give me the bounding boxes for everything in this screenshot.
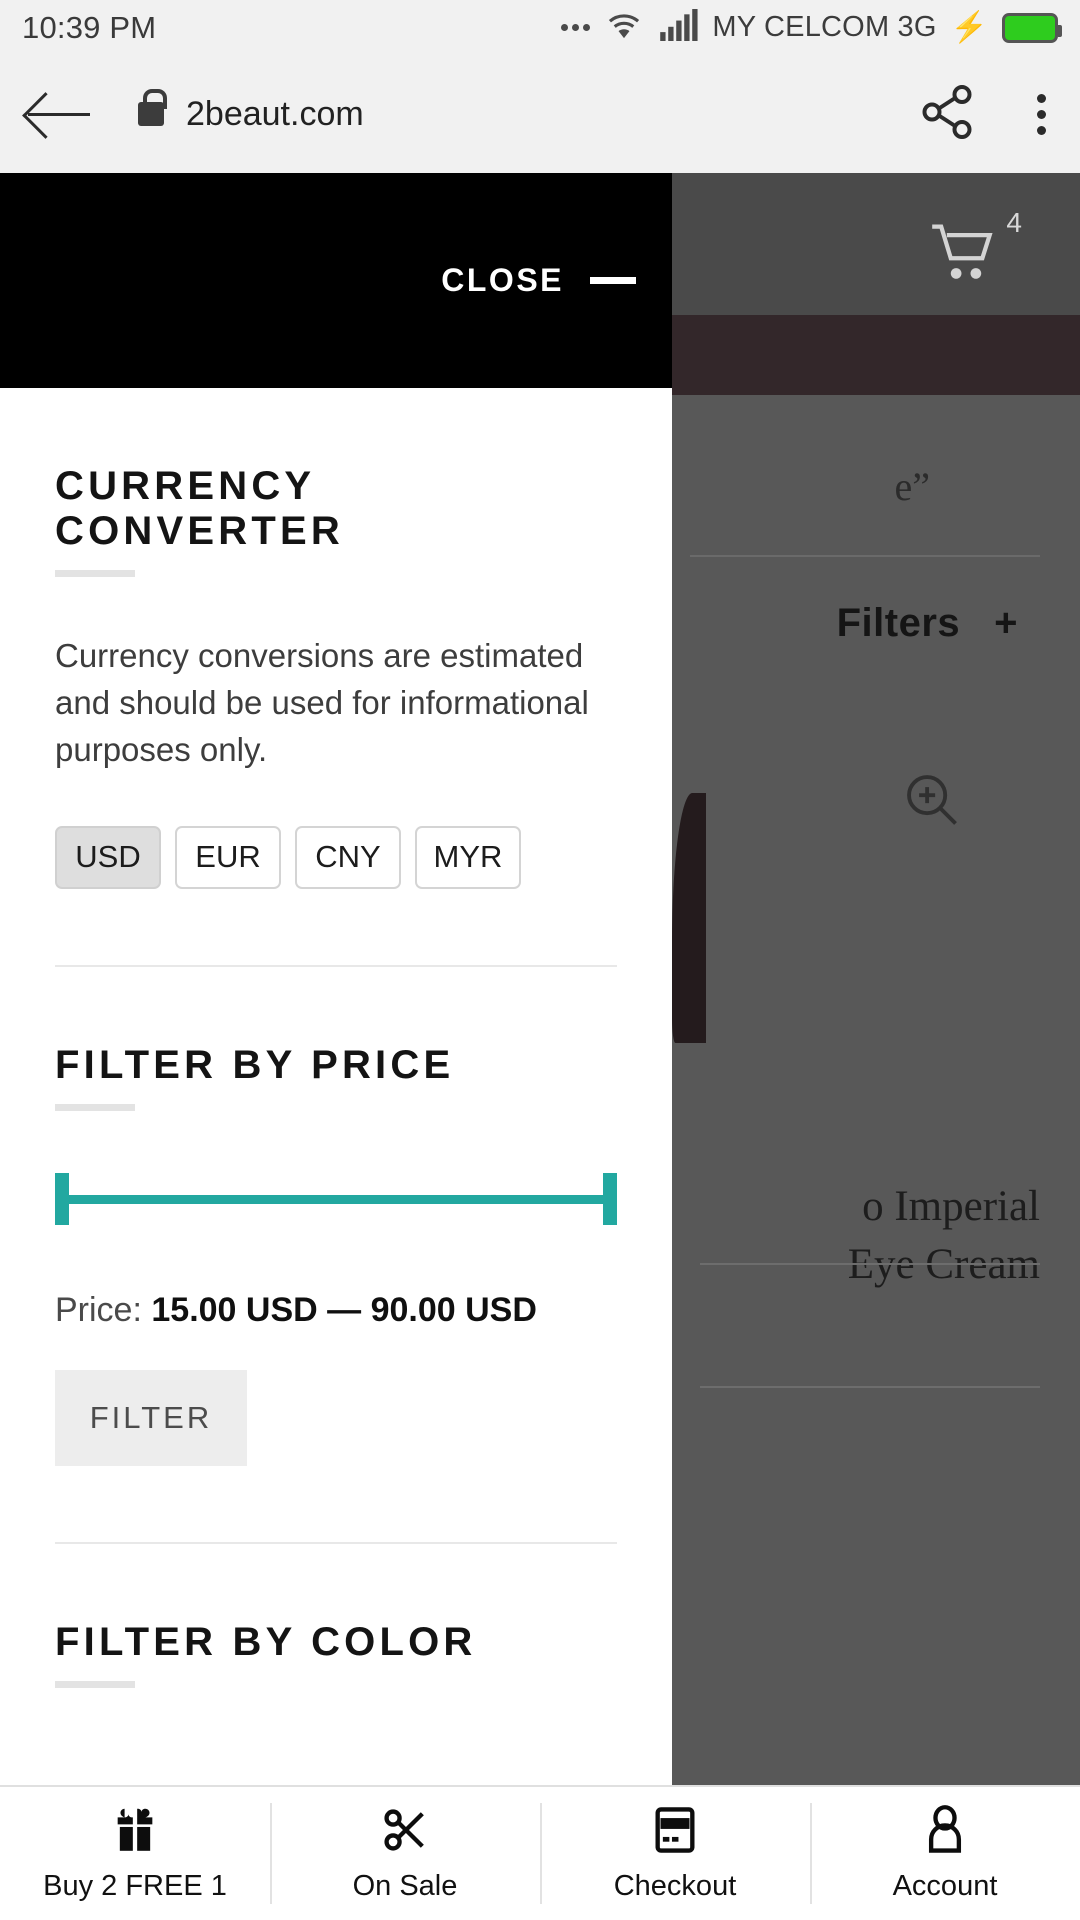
drawer-divider-1: [55, 964, 617, 967]
nav-item-on-sale[interactable]: On Sale: [270, 1787, 540, 1920]
filters-toggle[interactable]: Filters +: [837, 601, 1018, 646]
close-button[interactable]: CLOSE: [441, 262, 636, 299]
nav-label: On Sale: [352, 1870, 458, 1902]
cart-button[interactable]: 4: [928, 207, 1022, 288]
drawer-body: CURRENCY CONVERTER Currency conversions …: [0, 464, 672, 1688]
status-icons: MY CELCOM 3G ⚡: [561, 9, 1062, 46]
battery-icon: [1002, 12, 1062, 43]
background-divider-2: [700, 1263, 1040, 1265]
screen: 10:39 PM MY CELCOM 3G ⚡ 2beaut.com 4 e” …: [0, 0, 1080, 1920]
background-quote-text: e”: [894, 464, 930, 509]
section-rule: [55, 570, 135, 577]
zoom-in-icon[interactable]: [900, 768, 962, 830]
price-slider-handle-min[interactable]: [55, 1172, 69, 1225]
price-range-value: 15.00 USD — 90.00 USD: [151, 1290, 537, 1329]
plus-icon: +: [994, 601, 1018, 645]
currency-option-myr[interactable]: MYR: [415, 825, 521, 889]
nav-label: Checkout: [613, 1870, 737, 1902]
status-time: 10:39 PM: [22, 9, 157, 45]
background-divider-1: [690, 555, 1040, 557]
signal-icon: [658, 9, 698, 46]
background-divider-3: [700, 1386, 1040, 1388]
background-product-image: [672, 793, 706, 1043]
gift-icon: [109, 1804, 161, 1856]
currency-options: USD EUR CNY MYR: [55, 825, 617, 889]
filters-label: Filters: [836, 601, 961, 645]
back-arrow-icon[interactable]: [28, 90, 90, 138]
nav-item-checkout[interactable]: Checkout: [540, 1787, 810, 1920]
price-prefix: Price:: [55, 1290, 142, 1329]
filter-drawer: CLOSE CURRENCY CONVERTER Currency conver…: [0, 173, 672, 1785]
filter-by-color-title: FILTER BY COLOR: [55, 1619, 477, 1664]
credit-card-icon: [649, 1804, 701, 1856]
nav-item-buy2free1[interactable]: Buy 2 FREE 1: [0, 1787, 270, 1920]
currency-option-eur[interactable]: EUR: [175, 825, 281, 889]
charging-bolt-icon: ⚡: [950, 10, 988, 44]
more-dots-icon: [561, 24, 591, 31]
shopping-cart-icon: [928, 221, 1004, 288]
wifi-icon: [604, 9, 644, 46]
kebab-menu-icon[interactable]: [1031, 88, 1052, 141]
browser-bar: 2beaut.com: [0, 55, 1080, 173]
product-title-line-2: Eye Cream: [847, 1241, 1040, 1289]
nav-label: Account: [892, 1870, 998, 1902]
drawer-divider-2: [55, 1541, 617, 1544]
carrier-label: MY CELCOM 3G: [712, 11, 937, 43]
product-title-line-1: o Imperial: [862, 1183, 1040, 1230]
close-dash-icon: [590, 277, 636, 284]
price-range-label: Price: 15.00 USD — 90.00 USD: [55, 1291, 617, 1330]
cart-badge: 4: [1006, 207, 1022, 238]
nav-label: Buy 2 FREE 1: [43, 1870, 227, 1902]
url-text[interactable]: 2beaut.com: [186, 95, 364, 134]
nav-item-account[interactable]: Account: [810, 1787, 1080, 1920]
drawer-header: CLOSE: [0, 173, 672, 388]
currency-option-usd[interactable]: USD: [55, 825, 161, 889]
filter-by-price-title: FILTER BY PRICE: [55, 1042, 455, 1087]
bottom-nav: Buy 2 FREE 1 On Sale Checkout Account: [0, 1785, 1080, 1920]
close-label: CLOSE: [441, 262, 564, 298]
price-slider-track[interactable]: [55, 1194, 617, 1204]
scissors-icon: [379, 1804, 431, 1856]
currency-option-cny[interactable]: CNY: [295, 825, 401, 889]
background-product-title: o Imperial Eye Cream: [620, 1178, 1040, 1294]
share-icon[interactable]: [917, 82, 977, 147]
price-slider-handle-max[interactable]: [603, 1172, 617, 1225]
section-rule: [55, 1680, 135, 1688]
currency-converter-title: CURRENCY CONVERTER: [55, 464, 344, 553]
price-range-slider[interactable]: [55, 1172, 617, 1225]
status-bar: 10:39 PM MY CELCOM 3G ⚡: [0, 0, 1080, 55]
lock-icon: [138, 89, 167, 126]
section-rule: [55, 1103, 135, 1111]
filter-button[interactable]: FILTER: [55, 1369, 247, 1466]
person-icon: [919, 1804, 971, 1856]
currency-converter-description: Currency conversions are estimated and s…: [55, 637, 589, 768]
browser-actions: [917, 82, 1052, 147]
